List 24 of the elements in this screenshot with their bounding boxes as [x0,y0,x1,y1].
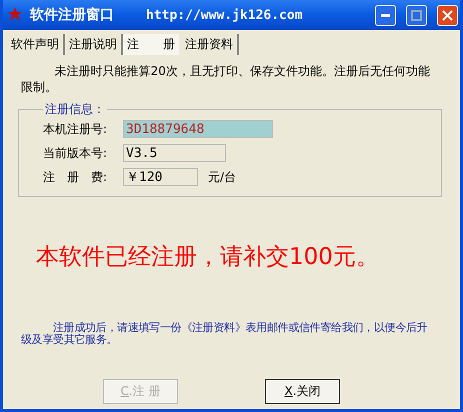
notice-text: 未注册时只能推算20次，且无打印、保存文件功能。注册后无任何功能限制。 [20,63,431,95]
field-label: 注 册 费: [43,168,108,186]
field-label: 当前版本号: [43,144,108,162]
minimize-icon [381,14,390,16]
app-icon [8,7,22,23]
field-value: V3.5 [123,144,226,162]
tab[interactable]: 注册资料 [181,34,239,55]
maximize-icon [411,10,422,20]
dialog-button[interactable]: X.关闭 [265,379,340,404]
minimize-button[interactable] [375,4,396,26]
close-button[interactable] [437,4,458,26]
field-label: 本机注册号: [43,120,108,138]
footer-note: 注册成功后，请速填写一份《注册资料》表用邮件或信件寄给我们，以便今后升级及享受其它服务。 [20,320,428,346]
window-title: 软件注册窗口 [30,6,114,24]
status-message: 本软件已经注册，请补交100元。 [35,243,380,272]
maximize-button[interactable] [406,4,427,26]
unit-label: 元/台 [208,168,236,186]
field-value: 3D18879648 [123,120,273,138]
tab[interactable]: 软件声明 [7,34,65,55]
website-url: http://www.jk126.com [146,8,304,22]
close-icon [442,10,453,20]
field-value: ￥120 [123,168,198,186]
group-title: 注册信息： [44,101,106,118]
tab[interactable]: 注 册 [123,34,181,55]
